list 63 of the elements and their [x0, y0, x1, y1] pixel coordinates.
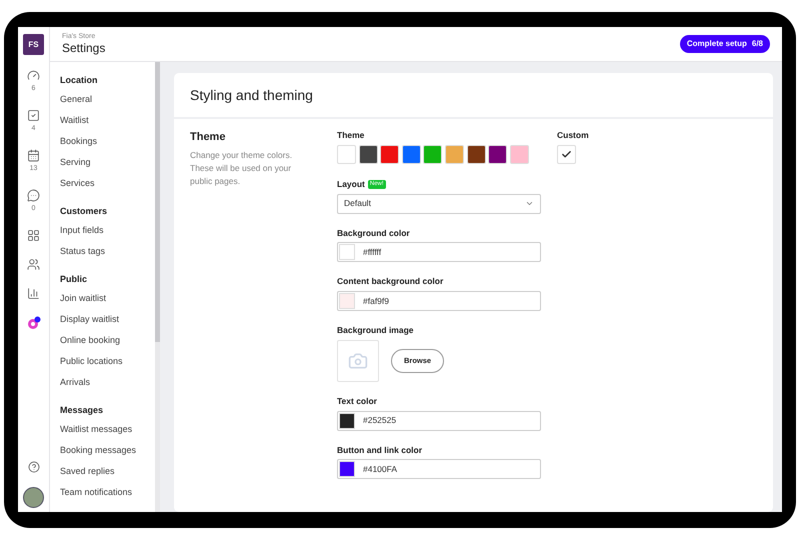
page-title: Settings: [62, 41, 106, 55]
color-input[interactable]: #252525: [337, 410, 541, 430]
field-label: Custom: [557, 129, 589, 142]
color-swatch[interactable]: [380, 144, 400, 164]
field-label: Text color: [337, 394, 378, 408]
nav-item[interactable]: Booking messages: [60, 440, 155, 461]
users-icon[interactable]: [27, 258, 40, 271]
help-icon[interactable]: [28, 461, 40, 473]
nav-heading: Customers: [60, 205, 108, 218]
chevron-down-icon: [525, 199, 534, 208]
store-avatar[interactable]: FS: [23, 34, 44, 55]
nav-heading: Location: [60, 74, 98, 87]
field-label: Layout: [337, 178, 365, 190]
section-description: Change your theme colors. These will be used on your public pages.: [190, 148, 294, 188]
check-icon: [561, 148, 572, 160]
nav-item[interactable]: Display waitlist: [60, 309, 155, 330]
nav-item[interactable]: Waitlist messages: [60, 419, 155, 440]
color-input[interactable]: #ffffff: [337, 242, 541, 262]
custom-checkbox[interactable]: [557, 144, 576, 164]
camera-icon: [348, 350, 368, 371]
field-label: Content background color: [337, 275, 444, 288]
field-label: Background color: [337, 226, 411, 240]
nav-item[interactable]: Arrivals: [60, 372, 155, 393]
nav-item[interactable]: Bookings: [60, 131, 155, 152]
field-label: Background image: [337, 324, 415, 337]
nav-item[interactable]: Services: [60, 173, 155, 194]
color-swatch[interactable]: [423, 144, 442, 164]
layout-select[interactable]: Default: [337, 194, 541, 214]
color-swatch[interactable]: [444, 144, 464, 164]
color-swatch[interactable]: [402, 144, 421, 164]
calendar-icon[interactable]: [27, 149, 40, 162]
apps-icon[interactable]: [26, 316, 40, 330]
nav-item[interactable]: Waitlist: [60, 110, 155, 131]
nav-item[interactable]: Status tags: [60, 241, 155, 262]
card-title: Styling and theming: [190, 86, 313, 105]
scrollbar[interactable]: [155, 62, 160, 512]
nav-item[interactable]: Team notifications: [60, 482, 155, 503]
grid-icon[interactable]: [27, 229, 40, 242]
color-input[interactable]: #4100FA: [337, 459, 541, 480]
gauge-icon[interactable]: [27, 69, 40, 82]
nav-heading: Messages: [60, 404, 104, 417]
nav-item[interactable]: Saved replies: [60, 461, 155, 482]
color-swatch[interactable]: [358, 144, 378, 164]
nav-item[interactable]: Online booking: [60, 330, 155, 351]
section-title: Theme: [190, 130, 226, 145]
field-label: Button and link color: [337, 444, 423, 456]
nav-item[interactable]: Public locations: [60, 351, 155, 372]
field-label: Theme: [337, 129, 366, 142]
color-swatch[interactable]: [337, 144, 356, 164]
nav-item[interactable]: General: [60, 89, 155, 110]
nav-item[interactable]: Serving: [60, 152, 155, 173]
color-swatch[interactable]: [510, 144, 529, 164]
user-avatar[interactable]: [23, 487, 44, 508]
complete-setup-button[interactable]: Complete setup 6/8: [680, 35, 770, 53]
color-input[interactable]: #faf9f9: [337, 291, 541, 311]
checkbox-icon[interactable]: [27, 109, 40, 122]
color-swatch[interactable]: [466, 144, 486, 164]
nav-item[interactable]: Input fields: [60, 220, 155, 241]
chat-icon[interactable]: [27, 189, 40, 202]
nav-heading: Public: [60, 273, 88, 286]
color-swatch[interactable]: [488, 144, 508, 164]
bar-chart-icon[interactable]: [27, 287, 40, 300]
nav-item[interactable]: Join waitlist: [60, 288, 155, 309]
